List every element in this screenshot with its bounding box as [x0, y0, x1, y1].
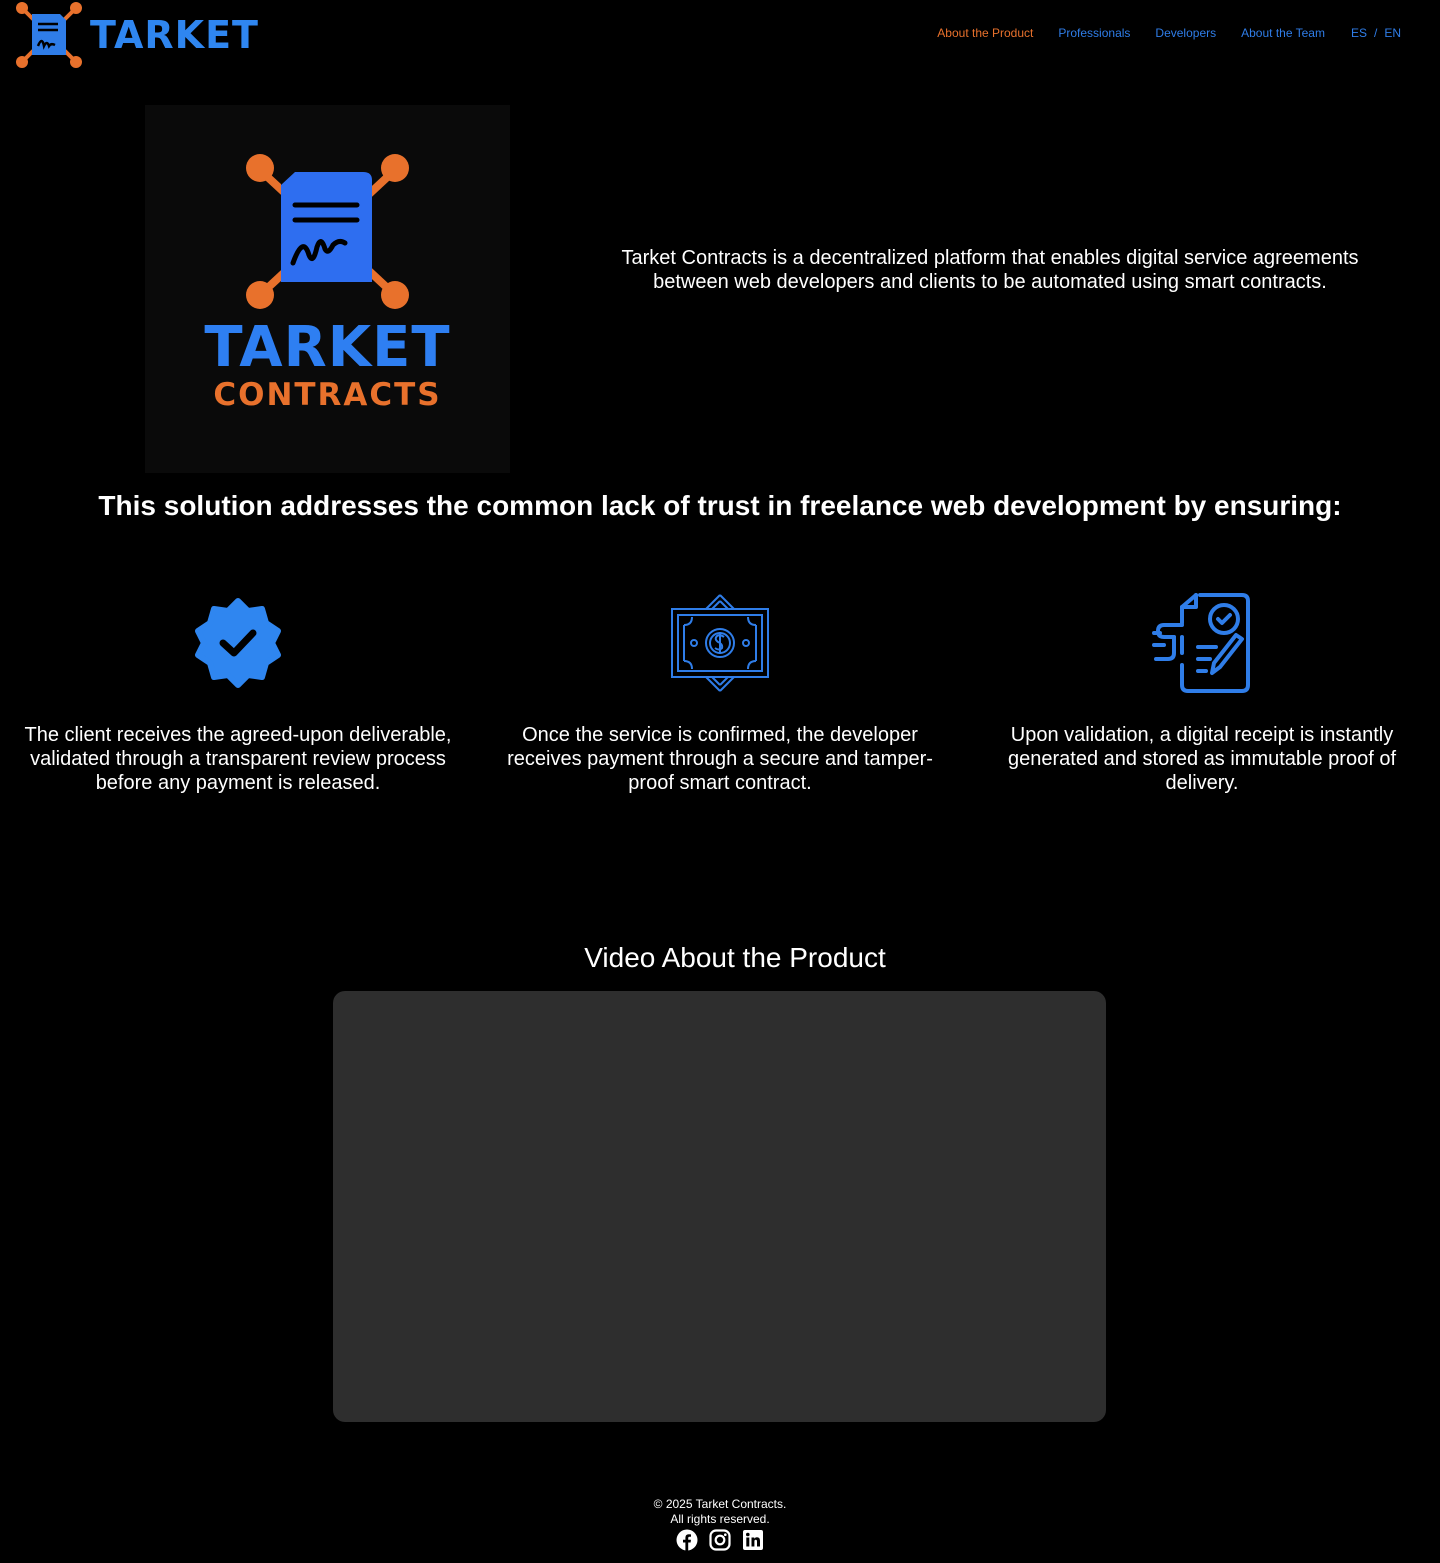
- feature-card: Upon validation, a digital receipt is in…: [987, 590, 1417, 815]
- feature-text: The client receives the agreed-upon deli…: [24, 724, 452, 794]
- contract-logo-icon: [16, 2, 82, 68]
- video-section-title: Video About the Product: [584, 942, 886, 973]
- footer-rights: All rights reserved.: [670, 1512, 770, 1526]
- lang-es[interactable]: ES: [1351, 26, 1367, 40]
- linkedin-icon[interactable]: [742, 1529, 764, 1551]
- section-headline: This solution addresses the common lack …: [98, 490, 1342, 521]
- nav-professionals[interactable]: Professionals: [1058, 26, 1130, 40]
- hero-logo-image: TARKET CONTRACTS: [145, 105, 510, 473]
- lang-separator: /: [1373, 26, 1378, 40]
- nav-developers[interactable]: Developers: [1155, 26, 1216, 40]
- lang-en[interactable]: EN: [1384, 26, 1401, 40]
- facebook-icon[interactable]: [676, 1529, 698, 1551]
- feature-card: The client receives the agreed-upon deli…: [23, 590, 453, 815]
- signed-receipt-icon: [1152, 592, 1250, 693]
- verified-badge-icon: [195, 597, 281, 688]
- logo-wordmark-contracts: CONTRACTS: [213, 377, 442, 413]
- contract-logo-icon: [246, 154, 409, 309]
- social-links: [676, 1529, 764, 1551]
- nav-about-team[interactable]: About the Team: [1241, 26, 1325, 40]
- money-bill-icon: [671, 593, 769, 692]
- feature-text: Once the service is confirmed, the devel…: [507, 724, 933, 794]
- feature-text: Upon validation, a digital receipt is in…: [1007, 724, 1397, 794]
- main-nav: About the Product Professionals Develope…: [912, 26, 1401, 40]
- feature-card: Once the service is confirmed, the devel…: [505, 590, 935, 815]
- site-header: TARKET About the Product Professionals D…: [0, 0, 1440, 70]
- language-switcher: ES / EN: [1351, 26, 1401, 40]
- video-player[interactable]: [333, 991, 1106, 1422]
- logo-wordmark-tarket: TARKET: [204, 315, 451, 380]
- footer-copyright: © 2025 Tarket Contracts.: [653, 1497, 787, 1511]
- hero-description: Tarket Contracts is a decentralized plat…: [621, 247, 1359, 293]
- brand-logo[interactable]: TARKET: [14, 0, 259, 70]
- instagram-icon[interactable]: [709, 1529, 731, 1551]
- nav-about-product[interactable]: About the Product: [937, 26, 1033, 40]
- brand-name: TARKET: [90, 13, 259, 57]
- site-footer: © 2025 Tarket Contracts. All rights rese…: [0, 1497, 1440, 1527]
